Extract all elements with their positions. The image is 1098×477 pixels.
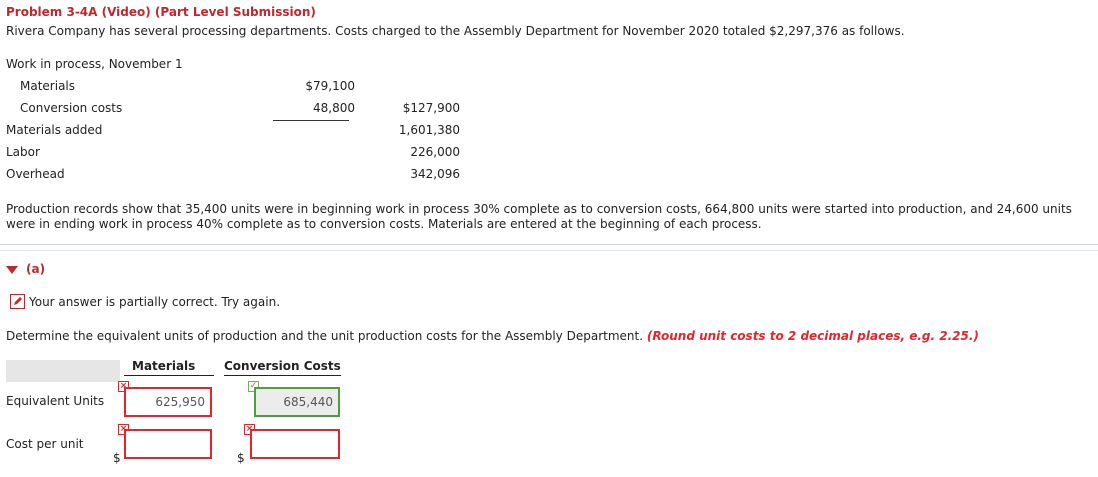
cost-row-materials: Materials $79,100	[6, 79, 476, 95]
overhead-label: Overhead	[6, 167, 65, 181]
instruction-text: Determine the equivalent units of produc…	[6, 329, 647, 343]
wip-total: $127,900	[402, 101, 460, 115]
section-divider-light	[0, 250, 1098, 251]
row-label-equivalent-units: Equivalent Units	[6, 394, 105, 408]
part-a-label: (a)	[26, 262, 46, 276]
cost-row-labor: Labor 226,000	[6, 145, 476, 161]
cost-per-unit-materials-input[interactable]	[124, 429, 212, 459]
problem-intro: Rivera Company has several processing de…	[6, 24, 905, 38]
col-underline-materials	[124, 375, 214, 376]
dollar-sign: $	[237, 451, 245, 465]
collapse-triangle-icon	[6, 266, 18, 274]
cost-row-materials-added: Materials added 1,601,380	[6, 123, 476, 139]
col-header-materials: Materials	[132, 359, 196, 373]
partially-correct-icon	[10, 294, 25, 309]
materials-added-value: 1,601,380	[398, 123, 460, 137]
row-label-cost-per-unit: Cost per unit	[6, 437, 84, 451]
labor-label: Labor	[6, 145, 40, 159]
answer-status: Your answer is partially correct. Try ag…	[10, 294, 280, 309]
equiv-units-materials-input[interactable]	[124, 387, 212, 417]
cost-row-overhead: Overhead 342,096	[6, 167, 476, 183]
cost-per-unit-conversion-input[interactable]	[250, 429, 340, 459]
dollar-sign: $	[113, 451, 121, 465]
conversion-label: Conversion costs	[20, 101, 123, 115]
col-header-conversion: Conversion Costs	[224, 359, 341, 373]
col-underline-conversion	[224, 375, 341, 376]
equiv-units-conversion-input[interactable]	[254, 387, 340, 417]
cost-row-wip: Work in process, November 1	[6, 57, 476, 73]
header-band	[6, 360, 120, 382]
labor-value: 226,000	[410, 145, 460, 159]
production-records-text: Production records show that 35,400 unit…	[6, 202, 1072, 231]
rounding-hint: (Round unit costs to 2 decimal places, e…	[646, 329, 979, 343]
materials-added-label: Materials added	[6, 123, 103, 137]
section-divider	[0, 244, 1098, 245]
part-a-toggle[interactable]: (a)	[6, 262, 45, 276]
conversion-value: 48,800	[313, 101, 355, 115]
status-text: Your answer is partially correct. Try ag…	[29, 294, 281, 309]
materials-value: $79,100	[305, 79, 355, 93]
subtotal-rule	[273, 120, 349, 121]
overhead-value: 342,096	[410, 167, 460, 181]
wip-heading: Work in process, November 1	[6, 57, 183, 71]
problem-title: Problem 3-4A (Video) (Part Level Submiss…	[6, 5, 316, 19]
instruction: Determine the equivalent units of produc…	[6, 329, 979, 343]
materials-label: Materials	[20, 79, 76, 93]
cost-row-conversion: Conversion costs 48,800 $127,900	[6, 101, 476, 117]
